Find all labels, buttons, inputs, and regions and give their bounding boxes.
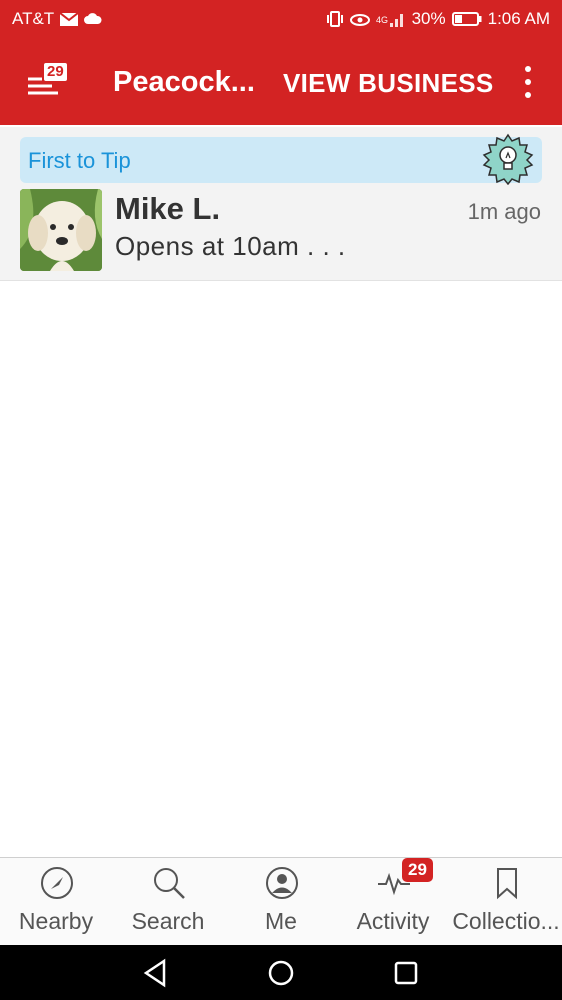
- clock: 1:06 AM: [487, 9, 550, 28]
- view-business-button[interactable]: VIEW BUSINESS: [283, 68, 494, 99]
- tab-collections[interactable]: Collectio...: [450, 858, 562, 946]
- mail-icon: [60, 12, 79, 26]
- tab-label: Activity: [356, 908, 430, 934]
- svg-text:4G: 4G: [376, 15, 388, 25]
- battery-percent: 30%: [411, 9, 446, 28]
- user-name[interactable]: Mike L.: [115, 191, 220, 227]
- activity-badge: 29: [402, 858, 433, 882]
- first-to-tip-label: First to Tip: [28, 148, 131, 173]
- eye-icon: [349, 14, 370, 26]
- system-nav-bar: [0, 945, 562, 1000]
- back-icon[interactable]: [140, 957, 172, 989]
- tab-search[interactable]: Search: [112, 858, 224, 946]
- bottom-tab-bar: Nearby Search Me Activity Collectio...: [0, 857, 562, 946]
- home-icon[interactable]: [265, 957, 297, 989]
- bookmark-icon: [497, 868, 517, 900]
- tip-text: Opens at 10am . . .: [115, 231, 346, 261]
- puppy-photo: [20, 189, 102, 271]
- lightbulb-badge-icon: [482, 133, 534, 185]
- tab-label: Search: [131, 908, 205, 934]
- vibrate-icon: [326, 11, 343, 27]
- tab-nearby[interactable]: Nearby: [0, 858, 112, 946]
- battery-icon: [451, 12, 482, 26]
- recents-icon[interactable]: [390, 957, 422, 989]
- tab-me[interactable]: Me: [225, 858, 337, 946]
- overflow-menu-icon[interactable]: [518, 66, 538, 98]
- notification-badge: 29: [44, 63, 67, 81]
- signal-icon: 4G: [376, 14, 403, 27]
- carrier-label: AT&T: [12, 9, 55, 28]
- compass-icon: [41, 867, 73, 899]
- first-to-tip-banner: First to Tip: [20, 133, 542, 185]
- menu-button[interactable]: 29: [26, 63, 74, 103]
- tab-label: Me: [265, 908, 297, 934]
- tab-label: Collectio...: [452, 908, 560, 934]
- tip-card[interactable]: First to Tip Mike L. 1m ago Opens at 10a…: [0, 127, 562, 281]
- app-bar: 29 Peacock... VIEW BUSINESS: [0, 38, 562, 125]
- search-icon: [154, 868, 185, 899]
- status-bar: AT&T 4G 30% 1:06 AM: [0, 0, 562, 38]
- business-title: Peacock...: [113, 66, 255, 98]
- avatar[interactable]: [20, 189, 102, 271]
- tab-label: Nearby: [18, 908, 94, 934]
- profile-icon: [266, 867, 298, 899]
- cloud-icon: [84, 13, 102, 24]
- tip-timestamp: 1m ago: [467, 199, 541, 224]
